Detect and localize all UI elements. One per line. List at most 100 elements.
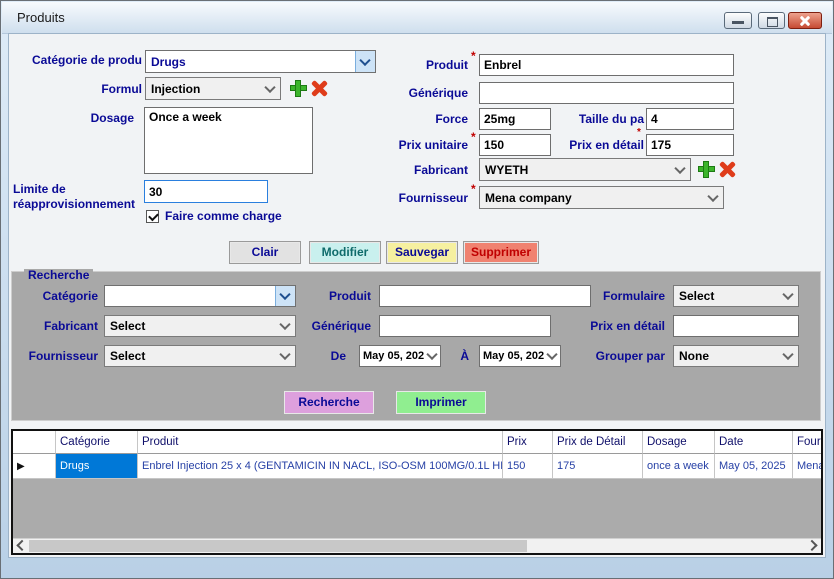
formula-label: Formul <box>1 82 142 96</box>
search-manufacturer-label: Fabricant <box>21 319 98 333</box>
manufacturer-label: Fabricant <box>331 163 468 177</box>
maximize-icon <box>767 17 778 27</box>
row-arrow-icon: ▶ <box>17 461 25 472</box>
search-generic-input[interactable] <box>379 315 551 337</box>
search-generic-label: Générique <box>291 319 371 333</box>
print-button[interactable]: Imprimer <box>396 391 486 414</box>
chevron-down-icon <box>779 286 798 306</box>
window-title: Produits <box>17 10 65 25</box>
grid-header-date[interactable]: Date <box>715 431 793 454</box>
formula-select[interactable]: Injection <box>145 77 281 100</box>
search-manufacturer-select[interactable]: Select <box>104 315 296 337</box>
required-marker: * <box>471 182 476 196</box>
scroll-right-icon[interactable] <box>805 539 821 553</box>
unit-price-label: Prix unitaire <box>331 138 468 152</box>
search-legend: Recherche <box>24 269 93 281</box>
grid-header-selector <box>13 431 56 454</box>
grid-header-fournisseur[interactable]: Fournisseur <box>793 431 821 454</box>
grid-header-prix-detail[interactable]: Prix de Détail <box>553 431 643 454</box>
cell-dosage[interactable]: once a week <box>643 454 715 479</box>
chevron-down-icon <box>425 346 440 366</box>
grid-header-categorie[interactable]: Catégorie <box>56 431 138 454</box>
cell-prix-detail[interactable]: 175 <box>553 454 643 479</box>
window: Produits Catégorie de produ Drugs Formul… <box>0 0 834 579</box>
close-button[interactable] <box>788 12 822 29</box>
group-by-select[interactable]: None <box>673 345 799 367</box>
grid-header-prix[interactable]: Prix <box>503 431 553 454</box>
cell-prix[interactable]: 150 <box>503 454 553 479</box>
supplier-select[interactable]: Mena company <box>479 186 724 209</box>
pack-size-label: Taille du pa <box>521 112 644 126</box>
product-input[interactable] <box>479 54 734 76</box>
charge-checkbox[interactable] <box>146 210 159 223</box>
search-button[interactable]: Recherche <box>284 391 374 414</box>
modify-button[interactable]: Modifier <box>309 241 381 264</box>
cell-date[interactable]: May 05, 2025 <box>715 454 793 479</box>
date-to-label: À <box>451 349 469 363</box>
generic-label: Générique <box>331 86 468 100</box>
search-product-input[interactable] <box>379 285 591 307</box>
chevron-down-icon <box>545 346 560 366</box>
grid-header-row: Catégorie Produit Prix Prix de Détail Do… <box>13 431 821 454</box>
strength-label: Force <box>331 112 468 126</box>
search-category-select[interactable] <box>104 285 296 307</box>
titlebar[interactable]: Produits <box>2 2 832 34</box>
generic-input[interactable] <box>479 82 734 104</box>
chevron-down-icon[interactable] <box>275 286 295 306</box>
charge-checkbox-label: Faire comme charge <box>165 209 282 223</box>
reorder-limit-input[interactable] <box>144 180 268 203</box>
save-button[interactable]: Sauvegar <box>386 241 458 264</box>
required-marker: * <box>471 49 476 63</box>
delete-manufacturer-icon[interactable] <box>719 161 736 178</box>
category-label: Catégorie de produ <box>1 53 142 67</box>
add-formula-icon[interactable] <box>290 80 307 97</box>
check-icon <box>148 211 159 222</box>
search-supplier-select[interactable]: Select <box>104 345 296 367</box>
minimize-button[interactable] <box>724 12 752 29</box>
date-from-select[interactable]: May 05, 2025 <box>359 345 441 367</box>
manufacturer-select[interactable]: WYETH <box>479 158 691 181</box>
chevron-down-icon <box>261 78 280 99</box>
reorder-limit-label: Limite de réapprovisionnement <box>13 182 145 212</box>
date-from-label: De <box>306 349 346 363</box>
pack-size-input[interactable] <box>646 108 734 130</box>
search-retail-price-label: Prix en détail <box>565 319 665 333</box>
date-to-select[interactable]: May 05, 2025 <box>479 345 561 367</box>
cell-fournisseur[interactable]: Mena company <box>793 454 821 479</box>
chevron-down-icon <box>704 187 723 208</box>
chevron-down-icon <box>779 346 798 366</box>
search-product-label: Produit <box>301 289 371 303</box>
grid-header-dosage[interactable]: Dosage <box>643 431 715 454</box>
search-formulaire-label: Formulaire <box>575 289 665 303</box>
scroll-left-icon[interactable] <box>13 539 29 553</box>
delete-formula-icon[interactable] <box>311 80 328 97</box>
required-marker: * <box>471 130 476 144</box>
minimize-icon <box>732 21 744 24</box>
supplier-label: Fournisseur <box>331 191 468 205</box>
cell-categorie[interactable]: Drugs <box>56 454 138 479</box>
add-manufacturer-icon[interactable] <box>698 161 715 178</box>
delete-button[interactable]: Supprimer <box>463 241 539 264</box>
group-by-label: Grouper par <box>565 349 665 363</box>
clear-button[interactable]: Clair <box>229 241 301 264</box>
search-formulaire-select[interactable]: Select <box>673 285 799 307</box>
cell-produit[interactable]: Enbrel Injection 25 x 4 (GENTAMICIN IN N… <box>138 454 503 479</box>
retail-price-input[interactable] <box>646 134 734 156</box>
retail-price-label: Prix en détail <box>521 138 644 152</box>
chevron-down-icon <box>671 159 690 180</box>
search-retail-price-input[interactable] <box>673 315 799 337</box>
table-row[interactable]: ▶ Drugs Enbrel Injection 25 x 4 (GENTAMI… <box>13 454 821 479</box>
horizontal-scrollbar[interactable] <box>13 538 821 553</box>
search-supplier-label: Fournisseur <box>21 349 98 363</box>
product-label: Produit <box>331 58 468 72</box>
chevron-down-icon <box>276 346 295 366</box>
dosage-textarea[interactable]: Once a week <box>144 107 313 174</box>
dosage-label: Dosage <box>1 111 134 125</box>
scrollbar-thumb[interactable] <box>29 540 527 552</box>
grid-header-produit[interactable]: Produit <box>138 431 503 454</box>
search-category-label: Catégorie <box>21 289 98 303</box>
results-grid: Catégorie Produit Prix Prix de Détail Do… <box>11 429 823 555</box>
required-marker: * <box>637 127 641 138</box>
row-selector-cell[interactable]: ▶ <box>13 454 56 479</box>
maximize-button[interactable] <box>758 12 785 29</box>
